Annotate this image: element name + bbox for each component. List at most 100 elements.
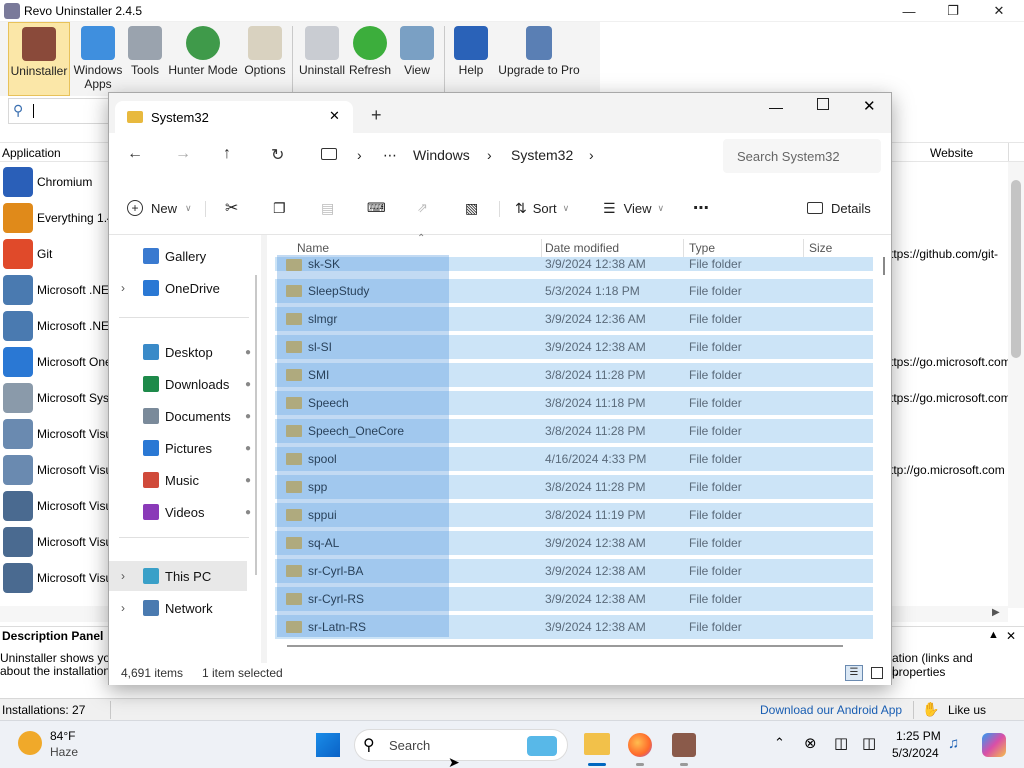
battery-icon[interactable]: ◫ <box>862 734 876 752</box>
this-pc-icon <box>143 568 159 584</box>
column-size[interactable]: Size <box>809 241 832 255</box>
column-date-modified[interactable]: Date modified <box>545 241 619 255</box>
app-name: Microsoft Visu <box>37 535 111 549</box>
ribbon-uninstaller-button[interactable]: Uninstaller <box>8 22 70 96</box>
expand-chevron-icon[interactable]: › <box>121 569 125 583</box>
file-list: ⌃ Name Date modified Type Size sk-SK 3/9/… <box>267 233 891 663</box>
app-name: Microsoft Syst <box>37 391 111 405</box>
details-button[interactable]: Details <box>807 197 871 219</box>
upgrade-icon <box>526 26 552 60</box>
revo-taskbar-icon[interactable] <box>672 733 696 757</box>
pictures-icon <box>143 440 159 456</box>
close-button[interactable]: ✕ <box>976 0 1022 22</box>
nav-item-onedrive[interactable]: › OneDrive <box>109 273 259 303</box>
search-system32-input[interactable]: Search System32 <box>723 139 881 173</box>
nav-scrollbar[interactable] <box>255 275 257 575</box>
clock-time[interactable]: 1:25 PM <box>896 729 941 743</box>
column-type[interactable]: Type <box>689 241 715 255</box>
file-list-hscrollbar[interactable] <box>287 645 843 647</box>
revo-vertical-scrollbar[interactable] <box>1008 162 1024 608</box>
revo-search-input[interactable]: ⚲ <box>8 98 112 124</box>
tiles-view-icon[interactable] <box>871 667 883 679</box>
pin-icon[interactable]: ▲ <box>988 629 999 641</box>
weather-temp[interactable]: 84°F <box>50 729 75 743</box>
nav-item-label: Music <box>165 472 199 488</box>
maximize-button[interactable]: ❐ <box>930 0 976 22</box>
file-list-scrollbar[interactable] <box>883 257 885 275</box>
scrollbar-thumb[interactable] <box>1011 180 1021 358</box>
view-button[interactable]: ☰ View ∨ <box>603 197 664 219</box>
minimize-button[interactable]: — <box>886 0 932 22</box>
tab-title: System32 <box>151 110 209 125</box>
expand-chevron-icon[interactable]: › <box>121 281 125 295</box>
weather-icon[interactable] <box>18 731 42 755</box>
show-hidden-icons-icon[interactable]: ⌃ <box>774 735 785 751</box>
like-us-button[interactable]: Like us <box>948 703 986 717</box>
new-tab-icon[interactable]: + <box>371 105 382 126</box>
tab-system32[interactable]: System32 ✕ <box>115 101 353 133</box>
app-website: ttp://go.microsoft.com <box>890 463 1005 477</box>
ribbon-refresh-button[interactable]: Refresh <box>348 22 392 96</box>
breadcrumb-windows[interactable]: Windows <box>413 147 470 169</box>
network-icon[interactable]: ⊗ <box>804 734 817 752</box>
breadcrumb-system32[interactable]: System32 <box>511 147 573 169</box>
file-explorer-taskbar-icon[interactable] <box>584 733 610 755</box>
nav-item-videos[interactable]: Videos ● <box>109 497 259 527</box>
new-button[interactable]: + New ∨ <box>127 197 192 219</box>
clock-date[interactable]: 5/3/2024 <box>892 746 939 760</box>
forward-icon[interactable]: → <box>175 145 191 163</box>
status-divider <box>913 701 914 719</box>
copy-icon[interactable]: ❐ <box>273 197 286 219</box>
nav-item-network[interactable]: › Network <box>109 593 259 623</box>
ribbon-options-button[interactable]: Options <box>242 22 288 96</box>
nav-item-documents[interactable]: Documents ● <box>109 401 259 431</box>
minimize-icon[interactable]: — <box>769 99 783 115</box>
start-icon[interactable] <box>316 733 340 757</box>
android-app-link[interactable]: Download our Android App <box>760 703 902 717</box>
rename-icon[interactable]: ⌨ <box>367 197 386 219</box>
column-name[interactable]: Name <box>297 241 329 255</box>
scroll-right-icon[interactable]: ▶ <box>992 607 1000 618</box>
nav-item-this-pc[interactable]: › This PC <box>109 561 247 591</box>
copilot-icon[interactable] <box>982 733 1006 757</box>
nav-item-desktop[interactable]: Desktop ● <box>109 337 259 367</box>
nav-item-gallery[interactable]: Gallery <box>109 241 259 271</box>
breadcrumb-more-icon[interactable]: ⋯ <box>383 147 397 169</box>
nav-item-music[interactable]: Music ● <box>109 465 259 495</box>
maximize-icon[interactable] <box>817 98 829 110</box>
folder-icon <box>127 111 143 123</box>
display-icon[interactable]: ◫ <box>834 734 848 752</box>
ribbon-hunter-mode-button[interactable]: Hunter Mode <box>166 22 240 96</box>
pc-icon[interactable] <box>321 148 337 160</box>
more-options-icon[interactable]: ⋯ <box>693 197 709 219</box>
uninstall-icon <box>305 26 339 60</box>
back-icon[interactable]: ← <box>127 145 143 163</box>
refresh-icon[interactable]: ↻ <box>271 145 284 165</box>
details-view-icon[interactable]: ☰ <box>845 665 863 681</box>
firefox-icon[interactable] <box>628 733 652 757</box>
column-website[interactable]: Website <box>930 146 973 160</box>
share-icon[interactable]: ⇗ <box>417 197 428 219</box>
delete-icon[interactable]: ▧ <box>465 197 478 219</box>
nav-item-downloads[interactable]: Downloads ● <box>109 369 259 399</box>
ribbon-tools-button[interactable]: Tools <box>126 22 164 96</box>
cut-icon[interactable]: ✂ <box>225 197 238 219</box>
close-panel-icon[interactable]: ✕ <box>1006 629 1016 643</box>
close-window-icon[interactable]: ✕ <box>863 97 876 115</box>
ribbon-windows-apps-button[interactable]: Windows Apps <box>72 22 124 96</box>
ribbon-upgrade-button[interactable]: Upgrade to Pro <box>496 22 582 96</box>
ribbon-uninstall-button[interactable]: Uninstall <box>296 22 348 96</box>
taskbar-search-box[interactable]: ⚲ Search <box>354 729 568 761</box>
ribbon-help-button[interactable]: Help <box>448 22 494 96</box>
ribbon-view-button[interactable]: View <box>394 22 440 96</box>
notification-bell-icon[interactable]: ♫ <box>948 735 959 752</box>
paste-icon[interactable]: ▤ <box>321 197 334 219</box>
up-icon[interactable]: ↑ <box>223 145 231 163</box>
close-tab-icon[interactable]: ✕ <box>329 108 340 124</box>
nav-item-label: This PC <box>165 568 212 584</box>
sort-button[interactable]: ⇅ Sort ∨ <box>515 197 569 219</box>
expand-chevron-icon[interactable]: › <box>121 601 125 615</box>
column-application[interactable]: Application <box>2 146 61 160</box>
folder-date: 3/8/2024 11:28 PM <box>545 424 646 438</box>
nav-item-pictures[interactable]: Pictures ● <box>109 433 259 463</box>
